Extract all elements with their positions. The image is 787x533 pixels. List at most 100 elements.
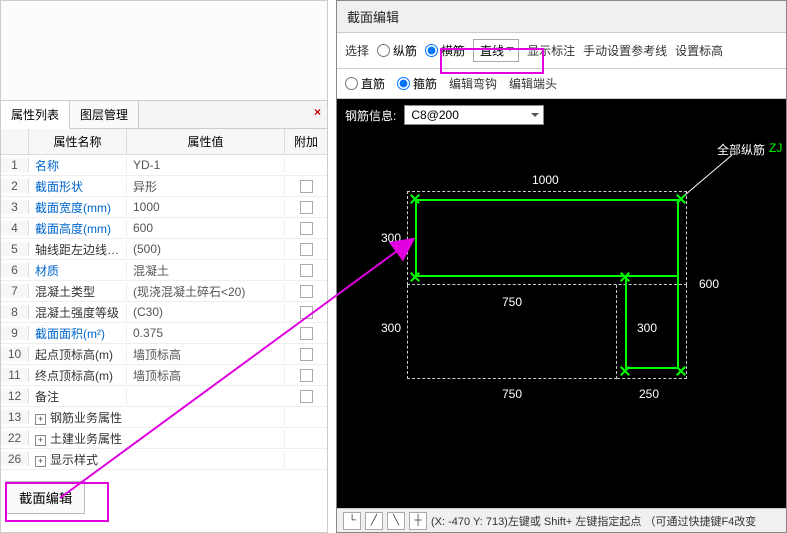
prop-value[interactable]: (500): [127, 242, 285, 256]
prop-value[interactable]: (C30): [127, 305, 285, 319]
prop-name[interactable]: 混凝土强度等级: [29, 304, 127, 321]
table-row[interactable]: 6材质混凝土: [1, 260, 327, 281]
col-extra: 附加: [285, 129, 327, 154]
prop-name[interactable]: 名称: [29, 157, 127, 174]
sb-icon-4[interactable]: ┼: [409, 512, 427, 530]
checkbox[interactable]: [300, 201, 313, 214]
line-select[interactable]: 直线: [473, 39, 519, 62]
section-canvas[interactable]: 1000 300 300 750 300 600 750 250 全部纵筋 ZJ: [337, 131, 786, 461]
row-num: 13: [1, 410, 29, 424]
tabs: 属性列表 图层管理: [1, 101, 327, 129]
dim-600: 600: [699, 277, 719, 291]
prop-name[interactable]: 截面面积(m²): [29, 325, 127, 342]
close-icon[interactable]: ×: [314, 105, 321, 119]
dim-250: 250: [639, 387, 659, 401]
prop-name[interactable]: 起点顶标高(m): [29, 346, 127, 363]
tab-properties[interactable]: 属性列表: [1, 101, 70, 129]
rebar-info-label: 钢筋信息:: [345, 107, 396, 124]
row-num: 6: [1, 263, 29, 277]
table-row-expandable[interactable]: 26+显示样式: [1, 449, 327, 470]
checkbox[interactable]: [300, 285, 313, 298]
row-num: 4: [1, 221, 29, 235]
row-num: 11: [1, 368, 29, 382]
prop-value[interactable]: 墙顶标高: [127, 346, 285, 363]
grid-body: 1名称YD-12截面形状异形3截面宽度(mm)10004截面高度(mm)6005…: [1, 155, 327, 470]
table-row[interactable]: 5轴线距左边线…(500): [1, 239, 327, 260]
radio-horizontal[interactable]: 横筋: [425, 42, 465, 59]
green-top: [415, 199, 679, 277]
rebar-info-input[interactable]: C8@200: [404, 105, 544, 125]
prop-group[interactable]: +钢筋业务属性: [29, 409, 285, 426]
prop-value[interactable]: (现浇混凝土碎石<20): [127, 283, 285, 300]
panel-title: 截面编辑: [337, 1, 786, 33]
checkbox[interactable]: [300, 264, 313, 277]
checkbox[interactable]: [300, 180, 313, 193]
table-row[interactable]: 7混凝土类型(现浇混凝土碎石<20): [1, 281, 327, 302]
radio-stirrup[interactable]: 箍筋: [397, 75, 437, 92]
checkbox[interactable]: [300, 327, 313, 340]
grid-header: 属性名称 属性值 附加: [1, 129, 327, 155]
expand-icon[interactable]: +: [35, 456, 46, 467]
table-row[interactable]: 8混凝土强度等级(C30): [1, 302, 327, 323]
table-row[interactable]: 1名称YD-1: [1, 155, 327, 176]
prop-name[interactable]: 截面高度(mm): [29, 220, 127, 237]
radio-vertical[interactable]: 纵筋: [377, 42, 417, 59]
prop-name[interactable]: 终点顶标高(m): [29, 367, 127, 384]
prop-group[interactable]: +土建业务属性: [29, 430, 285, 447]
sb-icon-2[interactable]: ╱: [365, 512, 383, 530]
sb-icon-3[interactable]: ╲: [387, 512, 405, 530]
table-row[interactable]: 10起点顶标高(m)墙顶标高: [1, 344, 327, 365]
table-row-expandable[interactable]: 22+土建业务属性: [1, 428, 327, 449]
table-row[interactable]: 4截面高度(mm)600: [1, 218, 327, 239]
prop-group[interactable]: +显示样式: [29, 451, 285, 468]
cross-tr: [675, 193, 687, 205]
row-num: 5: [1, 242, 29, 256]
prop-name[interactable]: 截面宽度(mm): [29, 199, 127, 216]
table-row[interactable]: 12备注: [1, 386, 327, 407]
expand-icon[interactable]: +: [35, 414, 46, 425]
tab-layers[interactable]: 图层管理: [70, 101, 139, 128]
section-edit-button[interactable]: 截面编辑: [6, 481, 85, 514]
checkbox[interactable]: [300, 243, 313, 256]
right-panel: 截面编辑 选择 纵筋 横筋 直线 显示标注 手动设置参考线 设置标高 直筋 箍筋…: [336, 0, 787, 533]
table-row-expandable[interactable]: 13+钢筋业务属性: [1, 407, 327, 428]
checkbox[interactable]: [300, 222, 313, 235]
prop-value[interactable]: 600: [127, 221, 285, 235]
edit-end[interactable]: 编辑端头: [509, 75, 557, 92]
checkbox[interactable]: [300, 369, 313, 382]
status-bar: └ ╱ ╲ ┼ (X: -470 Y: 713)左键或 Shift+ 左键指定起…: [337, 508, 786, 532]
checkbox[interactable]: [300, 306, 313, 319]
label-zj: ZJ: [769, 141, 782, 155]
prop-value[interactable]: 混凝土: [127, 262, 285, 279]
radio-straight[interactable]: 直筋: [345, 75, 385, 92]
manual-ref[interactable]: 手动设置参考线: [583, 42, 667, 59]
col-name: 属性名称: [29, 129, 127, 154]
prop-value[interactable]: 0.375: [127, 326, 285, 340]
prop-value[interactable]: 墙顶标高: [127, 367, 285, 384]
prop-name[interactable]: 备注: [29, 388, 127, 405]
table-row[interactable]: 9截面面积(m²)0.375: [1, 323, 327, 344]
prop-name[interactable]: 轴线距左边线…: [29, 241, 127, 258]
prop-name[interactable]: 材质: [29, 262, 127, 279]
prop-name[interactable]: 截面形状: [29, 178, 127, 195]
cross-bb2: [675, 365, 687, 377]
select-label[interactable]: 选择: [345, 42, 369, 59]
checkbox[interactable]: [300, 348, 313, 361]
prop-value[interactable]: 异形: [127, 178, 285, 195]
set-elev[interactable]: 设置标高: [675, 42, 723, 59]
show-marker[interactable]: 显示标注: [527, 42, 575, 59]
prop-value[interactable]: YD-1: [127, 158, 285, 172]
prop-value[interactable]: 1000: [127, 200, 285, 214]
dim-750-b: 750: [502, 387, 522, 401]
prop-name[interactable]: 混凝土类型: [29, 283, 127, 300]
row-num: 26: [1, 452, 29, 466]
sb-icon-1[interactable]: └: [343, 512, 361, 530]
row-num: 1: [1, 158, 29, 172]
table-row[interactable]: 2截面形状异形: [1, 176, 327, 197]
table-row[interactable]: 11终点顶标高(m)墙顶标高: [1, 365, 327, 386]
expand-icon[interactable]: +: [35, 435, 46, 446]
checkbox[interactable]: [300, 390, 313, 403]
table-row[interactable]: 3截面宽度(mm)1000: [1, 197, 327, 218]
edit-hook[interactable]: 编辑弯钩: [449, 75, 497, 92]
col-value: 属性值: [127, 129, 285, 154]
